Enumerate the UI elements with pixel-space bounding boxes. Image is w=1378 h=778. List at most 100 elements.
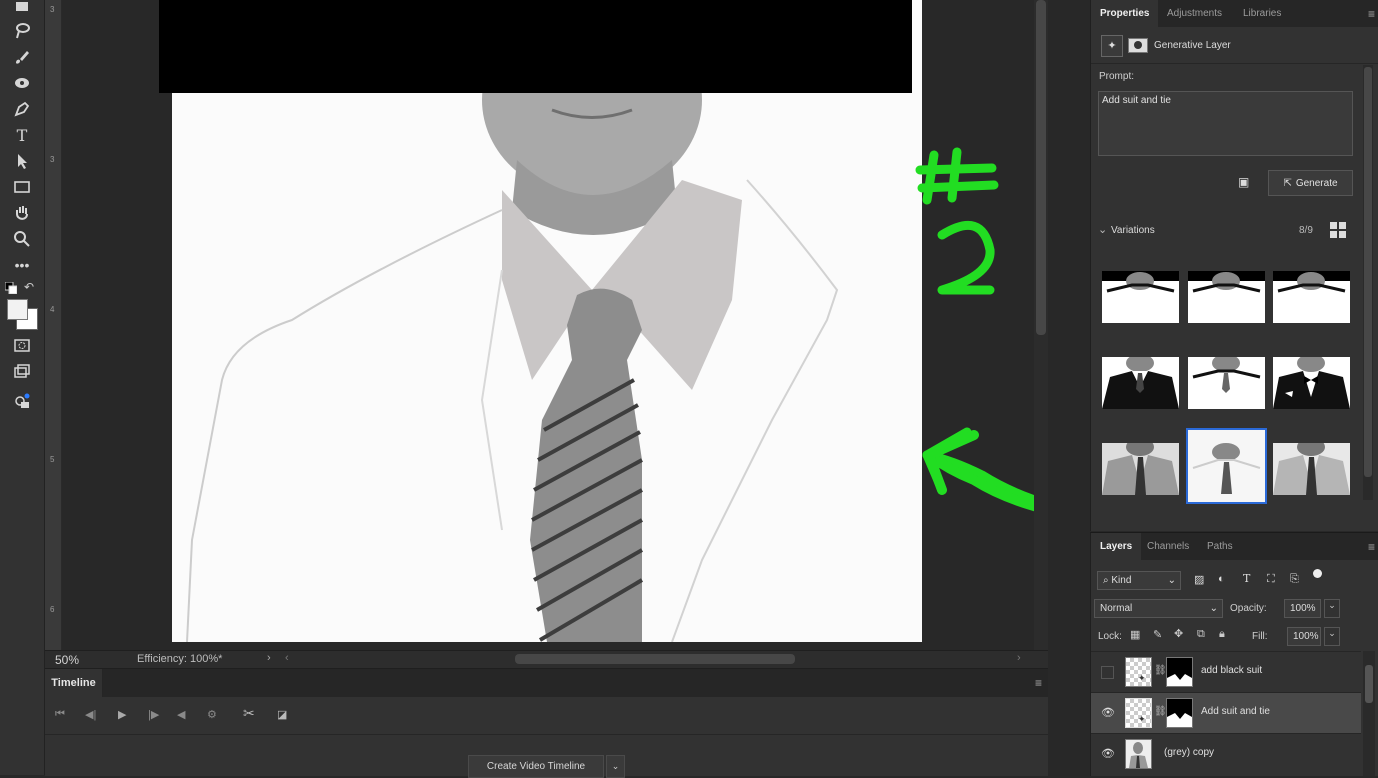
properties-scrollbar[interactable]	[1363, 65, 1373, 500]
scroll-left-icon[interactable]: ‹	[285, 652, 289, 664]
default-colors-icon[interactable]	[4, 281, 18, 295]
path-selection-tool-icon[interactable]	[10, 150, 34, 172]
tab-layers[interactable]: Layers	[1091, 533, 1142, 560]
lasso-tool-icon[interactable]	[10, 20, 34, 42]
rectangle-tool-icon[interactable]	[10, 176, 34, 198]
variation-thumbnail-selected[interactable]	[1186, 428, 1267, 504]
mask-icon[interactable]	[1128, 38, 1148, 53]
variation-thumbnail[interactable]	[1188, 271, 1265, 323]
layer-type-label: Generative Layer	[1154, 40, 1231, 51]
hand-tool-icon[interactable]	[10, 202, 34, 224]
horizontal-scroll-thumb[interactable]	[515, 654, 795, 664]
fill-input[interactable]: 100%	[1287, 627, 1321, 646]
link-chain-icon[interactable]: ⛓	[1154, 706, 1167, 717]
audio-icon[interactable]: ◀	[177, 708, 185, 721]
next-frame-icon[interactable]: |▶	[148, 708, 159, 721]
panel-menu-icon[interactable]: ≡	[1368, 7, 1375, 21]
scroll-thumb[interactable]	[1036, 0, 1046, 335]
scroll-thumb[interactable]	[1365, 665, 1373, 703]
ruler-mark: 4	[50, 305, 55, 314]
variation-thumbnail[interactable]	[1273, 443, 1350, 495]
eye-icon[interactable]: 👁︎	[1101, 747, 1115, 760]
variation-thumbnail[interactable]	[1102, 357, 1179, 409]
chevron-down-icon[interactable]: ⌄	[1098, 223, 1107, 236]
zoom-level[interactable]: 50%	[55, 653, 79, 667]
adjustment-filter-icon[interactable]: ◐	[1218, 573, 1225, 585]
variation-thumbnail[interactable]	[1273, 357, 1350, 409]
chevron-down-icon[interactable]: ⌄	[1324, 627, 1340, 646]
visibility-toggle-off[interactable]	[1101, 666, 1114, 679]
ruler-mark: 6	[50, 605, 55, 614]
brush-tool-icon[interactable]	[10, 46, 34, 68]
tab-libraries[interactable]: Libraries	[1234, 0, 1290, 27]
pixel-filter-icon[interactable]: ▨	[1194, 573, 1204, 586]
type-filter-icon[interactable]: T	[1243, 572, 1250, 585]
quick-mask-icon[interactable]	[10, 334, 34, 356]
pen-tool-icon[interactable]	[10, 98, 34, 120]
document-image[interactable]	[172, 0, 922, 642]
lock-pixels-brush-icon[interactable]: ✎	[1153, 628, 1162, 641]
lock-position-move-icon[interactable]: ✥	[1174, 627, 1183, 640]
smart-object-filter-icon[interactable]: ⎘	[1290, 573, 1299, 586]
opacity-input[interactable]: 100%	[1284, 599, 1321, 618]
layer-row[interactable]: ✦ ⛓ add black suit	[1091, 651, 1361, 692]
transition-icon[interactable]: ◪	[277, 708, 287, 721]
type-tool-icon[interactable]: T	[10, 124, 34, 146]
scroll-thumb[interactable]	[1364, 67, 1372, 477]
prompt-input[interactable]: Add suit and tie	[1098, 91, 1353, 156]
shape-filter-icon[interactable]: ⛶	[1267, 573, 1275, 586]
swap-colors-icon[interactable]: ↶	[24, 280, 34, 294]
screen-mode-icon[interactable]	[10, 360, 34, 382]
lock-transparent-icon[interactable]: ▦	[1130, 628, 1140, 641]
generate-button[interactable]: ⇱ Generate	[1268, 170, 1353, 196]
generative-fill-icon[interactable]	[10, 390, 34, 412]
variation-thumbnail[interactable]	[1102, 443, 1179, 495]
canvas-vertical-scrollbar[interactable]	[1034, 0, 1048, 650]
tools-panel: T ••• ↶	[0, 0, 45, 775]
layers-scrollbar[interactable]	[1363, 651, 1375, 776]
status-bar: 50% Efficiency: 100%* › ‹ ›	[45, 650, 1048, 668]
reference-image-icon[interactable]: ▣	[1238, 175, 1254, 189]
split-scissors-icon[interactable]: ✂	[243, 705, 255, 722]
settings-gear-icon[interactable]: ⚙	[207, 708, 217, 721]
grid-view-icon[interactable]	[1330, 222, 1347, 239]
more-tools-icon[interactable]: •••	[10, 254, 34, 276]
status-expand-icon[interactable]: ›	[267, 652, 271, 664]
link-chain-icon[interactable]: ⛓	[1154, 665, 1167, 676]
prev-frame-icon[interactable]: ◀|	[85, 708, 96, 721]
canvas-area[interactable]	[62, 0, 1034, 650]
eye-icon[interactable]: 👁︎	[1101, 706, 1115, 719]
layer-name[interactable]: Add suit and tie	[1201, 706, 1270, 717]
timeline-menu-icon[interactable]: ≡	[1035, 676, 1042, 690]
zoom-tool-icon[interactable]	[10, 228, 34, 250]
layer-mask-thumbnail[interactable]	[1166, 698, 1193, 728]
layer-row-selected[interactable]: 👁︎ ✦ ⛓ Add suit and tie	[1091, 692, 1361, 733]
layer-name[interactable]: add black suit	[1201, 665, 1262, 676]
tab-paths[interactable]: Paths	[1198, 533, 1242, 560]
layer-name[interactable]: (grey) copy	[1164, 747, 1214, 758]
play-icon[interactable]: ▶	[118, 708, 126, 721]
panel-menu-icon[interactable]: ≡	[1368, 540, 1375, 554]
scroll-right-icon[interactable]: ›	[1017, 652, 1021, 664]
lock-all-icon[interactable]: 🔒︎	[1219, 628, 1225, 641]
fill-label: Fill:	[1252, 631, 1268, 642]
lock-artboard-icon[interactable]: ⧉	[1197, 628, 1205, 641]
layer-mask-thumbnail[interactable]	[1166, 657, 1193, 687]
eraser-tool-icon[interactable]	[10, 72, 34, 94]
blend-mode-select[interactable]: Normal ⌄	[1094, 599, 1223, 618]
layer-filter-select[interactable]: ⌕ Kind ⌄	[1097, 571, 1181, 590]
layer-row[interactable]: 👁︎ (grey) copy	[1091, 733, 1361, 774]
tab-properties[interactable]: Properties	[1091, 0, 1159, 27]
first-frame-icon[interactable]: ⏮	[55, 708, 65, 721]
chevron-down-icon[interactable]: ⌄	[1324, 599, 1340, 618]
filter-toggle-icon[interactable]	[1313, 569, 1322, 578]
tab-timeline[interactable]: Timeline	[45, 669, 103, 697]
variation-thumbnail[interactable]	[1102, 271, 1179, 323]
variations-header[interactable]: ⌄ Variations 8/9	[1091, 220, 1366, 240]
variation-thumbnail[interactable]	[1273, 271, 1350, 323]
variation-thumbnail[interactable]	[1188, 357, 1265, 409]
foreground-color-swatch[interactable]	[7, 299, 28, 320]
marquee-tool-icon[interactable]	[10, 0, 34, 22]
tab-channels[interactable]: Channels	[1138, 533, 1198, 560]
tab-adjustments[interactable]: Adjustments	[1158, 0, 1231, 27]
